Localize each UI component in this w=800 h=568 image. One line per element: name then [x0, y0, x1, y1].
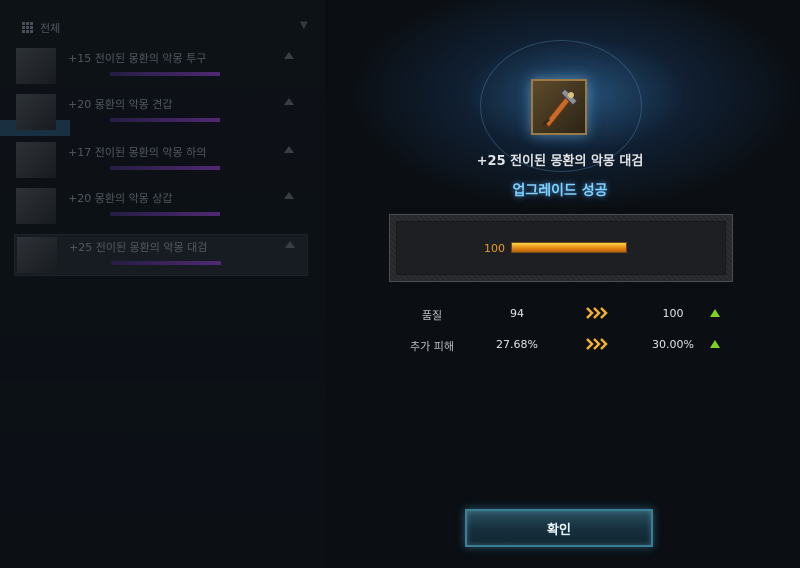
item-name: +25 전이된 몽환의 악몽 대검 [69, 241, 208, 254]
increase-arrow-icon [710, 309, 720, 317]
quality-bar [110, 212, 220, 216]
stat-after-quality: 100 [662, 307, 684, 320]
upgrade-arrow-icon [284, 98, 294, 105]
quality-bar [111, 261, 221, 265]
stat-before-quality: 94 [510, 307, 524, 320]
quality-bar [110, 166, 220, 170]
chevron-right-icon [586, 338, 608, 350]
upgrade-arrow-icon [284, 52, 294, 59]
stat-label-quality: 품질 [421, 309, 443, 322]
chevron-down-icon: ▼ [300, 20, 308, 31]
filter-dropdown[interactable]: 전체 ▼ [0, 14, 320, 40]
list-item-selected[interactable]: +25 전이된 몽환의 악몽 대검 [14, 234, 308, 276]
quality-bar [110, 72, 220, 76]
item-name: +15 전이된 몽환의 악몽 투구 [68, 52, 207, 65]
upgrade-arrow-icon [284, 192, 294, 199]
chest-armor-icon [16, 188, 56, 224]
stat-label-bonus-damage: 추가 피해 [410, 340, 454, 353]
quality-bar [110, 118, 220, 122]
stat-after-bonus-damage: 30.00% [652, 338, 694, 351]
quality-progress-fill [512, 243, 626, 252]
greatsword-icon [17, 237, 57, 273]
item-name: +20 몽환의 악몽 상갑 [68, 192, 173, 205]
upgrade-arrow-icon [284, 146, 294, 153]
upgrade-arrow-icon [285, 241, 295, 248]
item-name: +17 전이된 몽환의 악몽 하의 [68, 146, 207, 159]
stat-before-bonus-damage: 27.68% [496, 338, 538, 351]
increase-arrow-icon [710, 340, 720, 348]
confirm-button[interactable]: 확인 [465, 509, 653, 547]
list-item[interactable]: +20 몽환의 악몽 상갑 [14, 186, 306, 226]
shoulder-armor-icon [16, 94, 56, 130]
helmet-icon [16, 48, 56, 84]
pants-icon [16, 142, 56, 178]
list-item[interactable]: +20 몽환의 악몽 견갑 [14, 92, 306, 132]
upgrade-result-text: 업그레이드 성공 [512, 183, 608, 199]
list-item[interactable]: +17 전이된 몽환의 악몽 하의 [14, 140, 306, 180]
quality-bar-value: 100 [484, 242, 505, 255]
list-item[interactable]: +15 전이된 몽환의 악몽 투구 [14, 46, 306, 86]
quality-progress-bar [511, 242, 627, 253]
filter-label: 전체 [40, 22, 61, 35]
greatsword-icon [531, 79, 587, 135]
chevron-right-icon [586, 307, 608, 319]
item-list-panel: 전체 ▼ +15 전이된 몽환의 악몽 투구 +20 몽환의 악몽 견갑 +17… [0, 0, 325, 568]
grid-icon [22, 22, 33, 33]
item-name: +20 몽환의 악몽 견갑 [68, 98, 173, 111]
item-title: +25 전이된 몽환의 악몽 대검 [476, 154, 644, 169]
